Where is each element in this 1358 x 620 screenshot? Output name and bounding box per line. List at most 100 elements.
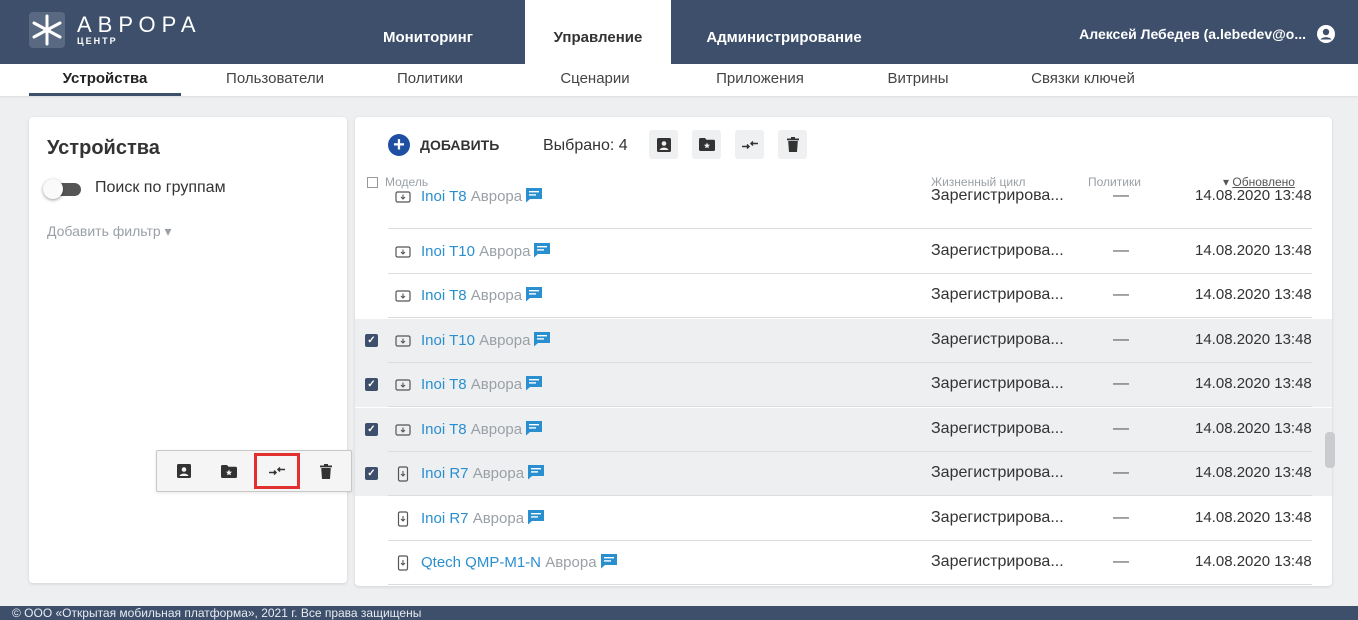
device-model-link[interactable]: Inoi T8 Аврора — [421, 375, 543, 393]
move-to-group-button[interactable] — [692, 130, 721, 159]
float-delete-button[interactable] — [313, 458, 339, 484]
float-move-to-group-button[interactable] — [216, 458, 242, 484]
subtab-devices[interactable]: Устройства — [29, 64, 181, 96]
row-checkbox[interactable]: ✓ — [365, 467, 378, 480]
device-model: Inoi T10 — [421, 331, 480, 349]
subtab-policies[interactable]: Политики — [375, 64, 485, 96]
search-groups-toggle[interactable] — [43, 179, 83, 199]
add-device-button[interactable]: + ДОБАВИТЬ — [388, 134, 499, 156]
policies-value: — — [1113, 553, 1129, 570]
message-icon[interactable] — [600, 553, 618, 569]
table-row[interactable]: Inoi T10 Аврора Зарегистрирова... — 14.08.2… — [355, 230, 1332, 274]
table-row[interactable]: Inoi T8 Аврора Зарегистрирова... — 14.08.20… — [355, 274, 1332, 318]
row-checkbox[interactable]: ✓ — [365, 422, 378, 436]
device-vendor: Аврора — [472, 465, 525, 482]
account-circle-icon — [1317, 25, 1335, 43]
lifecycle-status: Зарегистрирова... — [931, 419, 1064, 437]
devices-table-panel: + ДОБАВИТЬ Выбрано: 4 Модель Жизненный ц… — [355, 117, 1332, 586]
move-to-group-icon — [698, 138, 715, 151]
tablet-icon — [395, 334, 411, 347]
table-row[interactable]: Qtech QMP-M1-N Аврора Зарегистрирова... — 1… — [355, 541, 1332, 585]
updated-value: 14.08.2020 13:48 — [1195, 508, 1312, 526]
subtab-showcases[interactable]: Витрины — [870, 64, 966, 96]
table-row[interactable]: ✓ Inoi T8 Аврора Зарегистрирова... — 14.08.2… — [355, 363, 1332, 407]
highlight-box — [254, 453, 300, 489]
float-assign-user-button[interactable] — [171, 458, 197, 484]
message-icon[interactable] — [533, 242, 551, 258]
message-icon[interactable] — [525, 420, 543, 436]
lifecycle-status: Зарегистрирова... — [931, 187, 1064, 204]
user-menu[interactable]: Алексей Лебедев (a.lebedev@o... — [1079, 24, 1336, 44]
message-icon[interactable] — [527, 464, 545, 480]
message-icon[interactable] — [525, 375, 543, 391]
add-device-label: ДОБАВИТЬ — [420, 137, 500, 153]
device-model-link[interactable]: Inoi T8 Аврора — [421, 420, 543, 438]
delete-icon — [320, 463, 332, 479]
device-model-link[interactable]: Inoi T10 Аврора — [421, 331, 551, 349]
policies-value: — — [1113, 419, 1129, 437]
delete-button[interactable] — [778, 130, 807, 159]
brand-logo[interactable]: АВРОРА ЦЕНТР — [29, 12, 202, 48]
device-vendor: Аврора — [470, 188, 523, 205]
table-row[interactable]: ✓ Inoi T10 Аврора Зарегистрирова... — 14.08.… — [355, 318, 1332, 363]
phone-icon — [397, 466, 409, 482]
device-model: Inoi T10 — [421, 242, 480, 260]
updated-value: 14.08.2020 13:48 — [1195, 375, 1312, 392]
table-row[interactable]: ✓ Inoi T8 Аврора Зарегистрирова... — 14.08.2… — [355, 407, 1332, 452]
device-model: Inoi T8 — [421, 420, 471, 438]
add-filter-button[interactable]: Добавить фильтр ▾ — [47, 223, 172, 240]
policies-value: — — [1113, 375, 1129, 392]
tab-management[interactable]: Управление — [525, 0, 671, 64]
floating-action-bar — [156, 450, 352, 492]
device-model-link[interactable]: Inoi T8 Аврора — [421, 286, 543, 304]
swap-button[interactable] — [735, 130, 764, 159]
updated-value: 14.08.2020 13:48 — [1195, 286, 1312, 303]
policies-value: — — [1113, 187, 1129, 204]
subtab-keyrings[interactable]: Связки ключей — [1010, 64, 1156, 96]
device-model: Inoi R7 — [421, 509, 473, 527]
delete-icon — [786, 137, 799, 152]
device-model-link[interactable]: Inoi R7 Аврора — [421, 464, 545, 482]
table-row[interactable]: Inoi R7 Аврора Зарегистрирова... — 14.08.20… — [355, 497, 1332, 541]
policies-value: — — [1113, 241, 1129, 259]
lifecycle-status: Зарегистрирова... — [931, 375, 1064, 392]
swap-icon — [741, 140, 758, 149]
device-model-link[interactable]: Inoi T8 Аврора — [421, 187, 543, 205]
device-vendor: Аврора — [470, 420, 523, 438]
aurora-star-icon — [29, 12, 65, 48]
user-name: Алексей Лебедев (a.lebedev@o... — [1079, 26, 1306, 42]
device-model-link[interactable]: Inoi T10 Аврора — [421, 242, 551, 260]
device-model-link[interactable]: Qtech QMP-M1-N Аврора — [421, 553, 618, 571]
phone-icon — [397, 510, 409, 527]
device-vendor: Аврора — [472, 509, 525, 527]
subtab-apps[interactable]: Приложения — [700, 64, 820, 96]
top-bar: АВРОРА ЦЕНТР Мониторинг Управление Админ… — [0, 0, 1358, 64]
table-row[interactable]: ✓ Inoi R7 Аврора Зарегистрирова... — 14.08.2… — [355, 452, 1332, 496]
message-icon[interactable] — [527, 509, 545, 525]
subtab-users[interactable]: Пользователи — [205, 64, 345, 96]
message-icon[interactable] — [525, 187, 543, 203]
row-checkbox[interactable]: ✓ — [365, 378, 378, 391]
lifecycle-status: Зарегистрирова... — [931, 553, 1064, 570]
message-icon[interactable] — [525, 286, 543, 302]
tablet-icon — [395, 245, 411, 258]
move-to-group-icon — [221, 464, 237, 478]
device-vendor: Аврора — [470, 287, 523, 304]
device-vendor: Аврора — [479, 331, 531, 349]
tab-monitoring[interactable]: Мониторинг — [360, 0, 496, 64]
table-row[interactable]: Inoi T8 Аврора Зарегистрирова... — 14.08.20… — [355, 185, 1332, 229]
selected-count: Выбрано: 4 — [543, 137, 628, 154]
device-model-link[interactable]: Inoi R7 Аврора — [421, 509, 545, 527]
assign-user-button[interactable] — [649, 130, 678, 159]
device-model: Inoi T8 — [421, 376, 471, 393]
panel-title: Устройства — [47, 137, 160, 159]
message-icon[interactable] — [533, 331, 551, 347]
subtab-scenarios[interactable]: Сценарии — [540, 64, 650, 96]
table-scrollbar[interactable] — [1325, 432, 1335, 468]
row-checkbox[interactable]: ✓ — [365, 333, 378, 347]
add-circle-icon: + — [388, 134, 410, 156]
device-model: Inoi T8 — [421, 287, 471, 304]
tab-administration[interactable]: Администрирование — [671, 0, 897, 64]
device-model: Qtech QMP-M1-N — [421, 554, 546, 571]
search-groups-label: Поиск по группам — [95, 179, 226, 196]
